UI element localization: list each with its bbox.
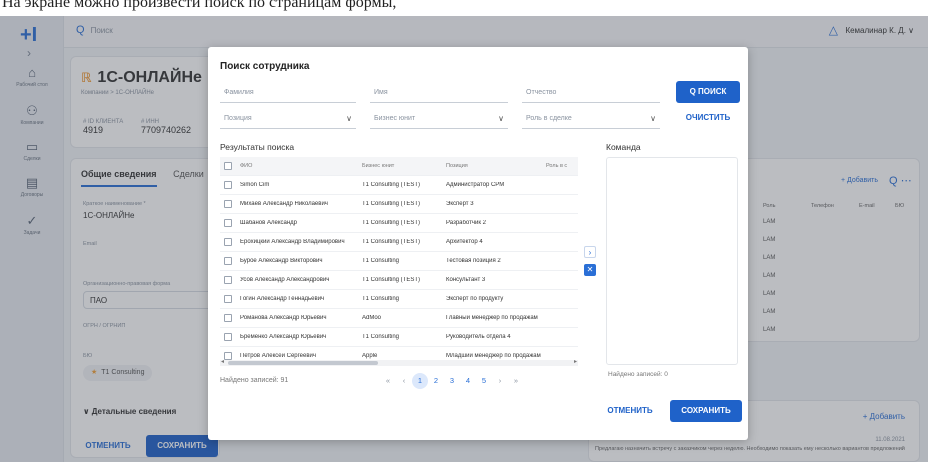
search-button[interactable]: Q ПОИСК <box>676 81 740 103</box>
page-button[interactable]: 3 <box>444 376 460 385</box>
page-button[interactable]: 5 <box>476 376 492 385</box>
row-checkbox[interactable] <box>224 181 232 189</box>
results-title: Результаты поиска <box>220 142 295 152</box>
employee-search-modal: Поиск сотрудника Фамилия Имя Отчество По… <box>208 47 748 440</box>
team-title: Команда <box>606 142 641 152</box>
chevron-down-icon: ∨ <box>650 114 656 123</box>
table-row[interactable]: Усов Александр Александрович T1 Consultin… <box>220 271 578 290</box>
table-row[interactable]: Ерохицкий Александр Владимирович T1 Consu… <box>220 233 578 252</box>
position-select[interactable]: Позиция ∨ <box>220 109 356 129</box>
page-button[interactable]: 1 <box>412 373 428 389</box>
pagination: «‹ 1 2 3 4 5 ›» <box>380 373 524 389</box>
table-header: ФИО Бизнес юнит Позиция Роль в с <box>220 157 578 176</box>
table-row[interactable]: Романова Александр Юрьевич AdMoo Главный м… <box>220 309 578 328</box>
table-row[interactable]: Шабанов Александр T1 Consulting (TEST) Раз… <box>220 214 578 233</box>
chevron-right-icon: › <box>588 248 592 257</box>
table-row[interactable]: Гогин Александр Геннадьевич T1 Consulting… <box>220 290 578 309</box>
chevron-down-icon: ∨ <box>498 114 504 123</box>
team-found-count: Найдено записей: 0 <box>608 371 668 378</box>
table-hscrollbar[interactable]: ◂ ▸ <box>220 359 578 366</box>
row-checkbox[interactable] <box>224 333 232 341</box>
modal-save-button[interactable]: СОХРАНИТЬ <box>670 400 742 422</box>
remove-from-team-button[interactable]: ✕ <box>584 264 596 276</box>
page-button[interactable]: › <box>492 376 508 385</box>
close-icon: ✕ <box>586 265 594 274</box>
deal-role-select[interactable]: Роль в сделке ∨ <box>522 109 660 129</box>
modal-cancel-button[interactable]: ОТМЕНИТЬ <box>596 400 664 422</box>
search-icon: Q <box>689 87 696 96</box>
table-row[interactable]: Simon Cim T1 Consulting (TEST) Администрат… <box>220 176 578 195</box>
page-button[interactable]: » <box>508 376 524 385</box>
firstname-input[interactable]: Имя <box>370 83 508 103</box>
page-button[interactable]: ‹ <box>396 376 412 385</box>
row-checkbox[interactable] <box>224 276 232 284</box>
business-unit-select[interactable]: Бизнес юнит ∨ <box>370 109 508 129</box>
page-button[interactable]: 4 <box>460 376 476 385</box>
select-all-checkbox[interactable] <box>224 162 232 170</box>
chevron-down-icon: ∨ <box>346 114 352 123</box>
table-row[interactable]: Михаев Александр Николаевич T1 Consulting… <box>220 195 578 214</box>
modal-title: Поиск сотрудника <box>220 61 310 72</box>
team-list <box>606 157 738 365</box>
page-button[interactable]: 2 <box>428 376 444 385</box>
add-to-team-button[interactable]: › <box>584 246 596 258</box>
results-table: ФИО Бизнес юнит Позиция Роль в с Simon C… <box>220 157 578 363</box>
clear-button[interactable]: ОЧИСТИТЬ <box>676 107 740 129</box>
row-checkbox[interactable] <box>224 257 232 265</box>
page-button[interactable]: « <box>380 376 396 385</box>
row-checkbox[interactable] <box>224 200 232 208</box>
scroll-left-icon: ◂ <box>221 359 225 365</box>
row-checkbox[interactable] <box>224 295 232 303</box>
row-checkbox[interactable] <box>224 219 232 227</box>
middlename-input[interactable]: Отчество <box>522 83 660 103</box>
page-caption: На экране можно произвести поиск по стра… <box>0 0 928 16</box>
row-checkbox[interactable] <box>224 314 232 322</box>
table-row[interactable]: Бурое Александр Викторович T1 Consulting Т… <box>220 252 578 271</box>
found-count: Найдено записей: 91 <box>220 377 289 384</box>
scroll-thumb <box>228 361 378 365</box>
lastname-input[interactable]: Фамилия <box>220 83 356 103</box>
scroll-right-icon: ▸ <box>573 359 577 365</box>
row-checkbox[interactable] <box>224 238 232 246</box>
row-checkbox[interactable] <box>224 352 232 360</box>
table-row[interactable]: Бременко Александр Юрьевич T1 Consulting Р… <box>220 328 578 347</box>
